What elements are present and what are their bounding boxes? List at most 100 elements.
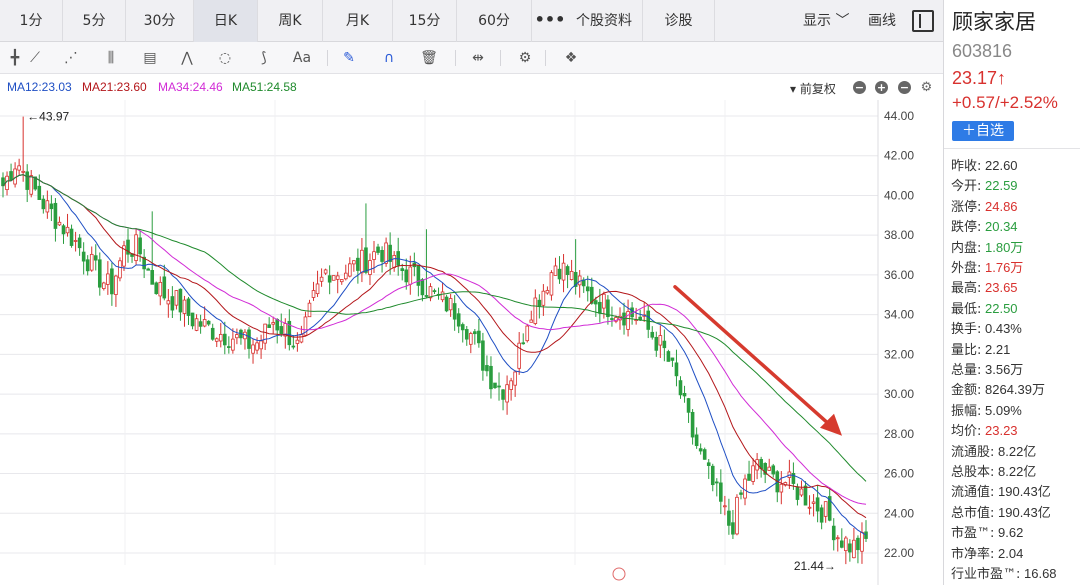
candle-body: [356, 257, 360, 271]
bar-lines-icon[interactable]: ⫼: [98, 46, 124, 70]
candle-body: [29, 175, 34, 195]
layers-icon[interactable]: ❖: [558, 46, 584, 70]
magnet-icon[interactable]: ∩: [376, 46, 402, 70]
stat-key: 今开:: [951, 179, 982, 195]
candle-body: [481, 340, 485, 371]
pen-icon[interactable]: ✎: [336, 46, 362, 70]
toolbar-separator: [500, 50, 501, 66]
display-menu[interactable]: 显示 ﹀: [803, 0, 849, 42]
candle-body: [440, 291, 445, 301]
candle-body: [473, 331, 477, 335]
draw-line-button[interactable]: 画线: [868, 0, 896, 42]
candle-body: [162, 276, 167, 299]
stock-change: +0.57/+2.52%: [952, 93, 1058, 112]
candle-body: [485, 365, 489, 372]
candle-body: [360, 249, 364, 274]
settings-icon[interactable]: ⚙: [512, 46, 538, 70]
more-tabs-button[interactable]: •••: [534, 0, 566, 42]
tab-0[interactable]: 1分: [0, 0, 63, 42]
y-tick-label: 32.00: [884, 347, 914, 361]
candle-body: [714, 481, 719, 484]
candle-body: [13, 168, 17, 185]
measure-icon[interactable]: ⇹: [465, 46, 491, 70]
candle-body: [319, 276, 324, 282]
collapse-icon[interactable]: −: [853, 81, 866, 94]
candle-body: [85, 259, 90, 272]
candle-body: [779, 483, 784, 493]
y-tick-label: 26.00: [884, 467, 914, 481]
candle-body: [21, 170, 25, 173]
tab-6[interactable]: 15分: [393, 0, 457, 42]
adjust-mode-select[interactable]: ▾ 前复权: [790, 80, 836, 97]
zoom-in-icon[interactable]: +: [875, 81, 888, 94]
fibonacci-icon[interactable]: ⟆: [251, 46, 277, 70]
drawing-toolbar: ╋ ⟋ ⋰ ⫼ ▤ ⋀ ◌ ⟆ Aa ✎ ∩ 🗑 ⇹ ⚙ ❖: [0, 42, 943, 74]
stat-value: 190.43亿: [994, 484, 1051, 500]
candlestick-chart[interactable]: 44.00 42.00 40.00 38.00 36.00 34.00 32.00 30.00…: [0, 100, 943, 585]
tab-extra-1[interactable]: 诊股: [643, 0, 715, 42]
parallel-channel-icon[interactable]: ⋰: [58, 46, 84, 70]
tab-7[interactable]: 60分: [457, 0, 532, 42]
candle-body: [89, 253, 94, 271]
add-watchlist-button[interactable]: ＋自选: [952, 121, 1014, 141]
candle-body: [259, 340, 263, 350]
stat-key: 昨收:: [951, 159, 982, 174]
stat-value: 22.59: [981, 178, 1018, 194]
toolbar-separator: [545, 50, 546, 66]
rectangle-text-icon[interactable]: ▤: [137, 46, 163, 70]
tab-5[interactable]: 月K: [323, 0, 393, 42]
stat-key: 外盘:: [951, 261, 982, 276]
stat-value: 3.56万: [981, 362, 1024, 377]
candle-body: [335, 275, 340, 280]
y-tick-label: 22.00: [884, 546, 914, 560]
stat-key: 振幅:: [951, 403, 982, 419]
candle-body: [267, 324, 271, 328]
candle-body: [69, 228, 74, 246]
y-tick-label: 36.00: [884, 268, 914, 282]
candle-body: [811, 501, 816, 504]
ma-legend-1: MA21:23.60: [82, 80, 147, 94]
candle-body: [194, 318, 199, 331]
period-tab-bar: 1分 5分 30分 日K 周K 月K 15分 60分 ••• 个股资料 诊股 显示 ﹀ 画线: [0, 0, 943, 42]
candle-body: [674, 362, 679, 377]
candle-body: [565, 266, 570, 276]
stat-value: 2.04: [994, 545, 1024, 561]
stat-value: 23.23: [981, 423, 1018, 439]
stat-key: 流通值:: [951, 485, 995, 501]
panel-toggle-icon[interactable]: [912, 10, 934, 32]
fan-lines-icon[interactable]: ⟋: [22, 46, 48, 70]
candle-body: [364, 247, 368, 273]
stat-row: 市盈™: 9.62: [951, 522, 1023, 542]
candle-body: [702, 449, 707, 460]
candle-body: [275, 318, 280, 331]
zoom-out-icon[interactable]: −: [898, 81, 911, 94]
candle-body: [525, 325, 530, 342]
tab-4[interactable]: 周K: [258, 0, 323, 42]
stat-value: 20.34: [981, 219, 1018, 235]
delete-icon[interactable]: 🗑: [416, 46, 442, 70]
stat-key: 最低:: [951, 301, 982, 317]
tab-extra-0[interactable]: 个股资料: [566, 0, 643, 42]
chart-settings-icon[interactable]: ⚙: [920, 81, 933, 94]
candle-body: [844, 537, 848, 552]
scroll-marker-icon[interactable]: [612, 567, 626, 581]
candle-body: [315, 283, 320, 295]
stat-value: 1.80万: [981, 239, 1024, 255]
candle-body: [170, 296, 175, 311]
wave-lines-icon[interactable]: ⋀: [174, 46, 200, 70]
stat-key: 换手:: [951, 322, 982, 338]
stat-value: 5.09%: [981, 402, 1022, 418]
cycle-icon[interactable]: ◌: [212, 46, 238, 70]
candle-body: [235, 334, 239, 339]
text-aa-icon[interactable]: Aa: [289, 46, 315, 70]
candle-body: [106, 273, 110, 285]
y-tick-label: 34.00: [884, 308, 914, 322]
tab-2[interactable]: 30分: [126, 0, 194, 42]
tab-1[interactable]: 5分: [63, 0, 126, 42]
y-tick-label: 24.00: [884, 506, 914, 520]
tab-3[interactable]: 日K: [194, 0, 258, 42]
candle-body: [61, 225, 66, 235]
stat-row: 总市值: 190.43亿: [951, 502, 1051, 522]
candle-body: [658, 335, 663, 346]
high-marker-label: ←43.97: [27, 110, 69, 124]
